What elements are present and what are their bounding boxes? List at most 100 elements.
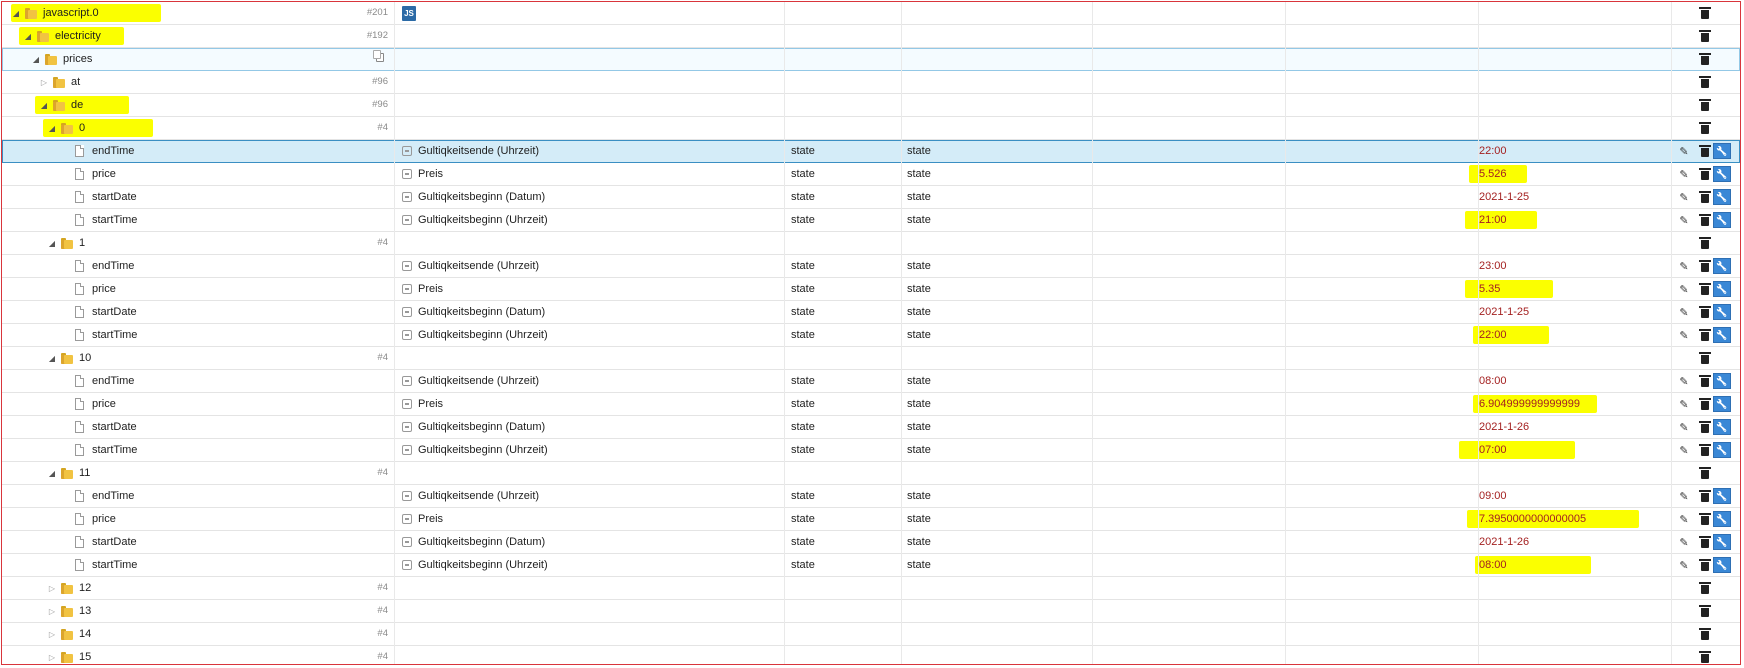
- value-cell[interactable]: 2021-1-26: [1479, 531, 1529, 553]
- delete-button[interactable]: [1698, 281, 1712, 297]
- delete-button[interactable]: [1698, 235, 1712, 251]
- edit-button[interactable]: ✎: [1677, 189, 1691, 205]
- edit-button[interactable]: ✎: [1677, 419, 1691, 435]
- tree-folder-row[interactable]: ◢ 1 #4: [2, 232, 1740, 255]
- edit-button[interactable]: ✎: [1677, 442, 1691, 458]
- settings-button[interactable]: 🔧: [1713, 557, 1731, 573]
- tree-folder-row[interactable]: ◢ 11 #4: [2, 462, 1740, 485]
- tree-state-row[interactable]: startTime Gultiqkeitsbeginn (Uhrzeit) stat…: [2, 209, 1740, 232]
- settings-button[interactable]: 🔧: [1713, 442, 1731, 458]
- value-cell[interactable]: 7.3950000000000005: [1467, 508, 1639, 530]
- edit-button[interactable]: ✎: [1677, 534, 1691, 550]
- value-cell[interactable]: 08:00: [1475, 554, 1591, 576]
- settings-button[interactable]: 🔧: [1713, 189, 1731, 205]
- edit-button[interactable]: ✎: [1677, 212, 1691, 228]
- delete-button[interactable]: [1698, 28, 1712, 44]
- value-cell[interactable]: 6.904999999999999: [1473, 393, 1597, 415]
- delete-button[interactable]: [1698, 74, 1712, 90]
- tree-state-row[interactable]: endTime Gultiqkeitsende (Uhrzeit) state sta…: [2, 485, 1740, 508]
- delete-button[interactable]: [1698, 603, 1712, 619]
- tree-state-row[interactable]: endTime Gultiqkeitsende (Uhrzeit) state sta…: [2, 140, 1740, 163]
- expand-toggle-icon[interactable]: ▷: [47, 646, 57, 664]
- tree-state-row[interactable]: startDate Gultiqkeitsbeginn (Datum) state s…: [2, 186, 1740, 209]
- value-cell[interactable]: 22:00: [1473, 324, 1549, 346]
- settings-button[interactable]: 🔧: [1713, 258, 1731, 274]
- settings-button[interactable]: 🔧: [1713, 327, 1731, 343]
- edit-button[interactable]: ✎: [1677, 143, 1691, 159]
- settings-button[interactable]: 🔧: [1713, 166, 1731, 182]
- delete-button[interactable]: [1698, 304, 1712, 320]
- tree-folder-row[interactable]: ◢ electricity #192: [2, 25, 1740, 48]
- delete-button[interactable]: [1698, 143, 1712, 159]
- expand-toggle-icon[interactable]: ▷: [47, 623, 57, 645]
- delete-button[interactable]: [1698, 120, 1712, 136]
- tree-folder-row[interactable]: ▷ 15 #4: [2, 646, 1740, 664]
- delete-button[interactable]: [1698, 350, 1712, 366]
- settings-button[interactable]: 🔧: [1713, 419, 1731, 435]
- tree-folder-row[interactable]: ▷ at #96: [2, 71, 1740, 94]
- delete-button[interactable]: [1698, 557, 1712, 573]
- tree-state-row[interactable]: price Preis state state 5.35 ✎ 🔧: [2, 278, 1740, 301]
- value-cell[interactable]: 2021-1-25: [1479, 301, 1529, 323]
- edit-button[interactable]: ✎: [1677, 258, 1691, 274]
- delete-button[interactable]: [1698, 5, 1712, 21]
- edit-button[interactable]: ✎: [1677, 166, 1691, 182]
- edit-button[interactable]: ✎: [1677, 304, 1691, 320]
- tree-folder-row[interactable]: ▷ 14 #4: [2, 623, 1740, 646]
- tree-folder-row[interactable]: ▷ 13 #4: [2, 600, 1740, 623]
- tree-state-row[interactable]: price Preis state state 5.526 ✎ 🔧: [2, 163, 1740, 186]
- delete-button[interactable]: [1698, 626, 1712, 642]
- delete-button[interactable]: [1698, 488, 1712, 504]
- delete-button[interactable]: [1698, 327, 1712, 343]
- delete-button[interactable]: [1698, 465, 1712, 481]
- tree-folder-row[interactable]: ◢ de #96: [2, 94, 1740, 117]
- tree-state-row[interactable]: startTime Gultiqkeitsbeginn (Uhrzeit) stat…: [2, 554, 1740, 577]
- tree-state-row[interactable]: price Preis state state 7.3950000000000005 ✎ 🔧: [2, 508, 1740, 531]
- delete-button[interactable]: [1698, 442, 1712, 458]
- tree-folder-row[interactable]: ◢ 0 #4: [2, 117, 1740, 140]
- tree-folder-row[interactable]: ◢ javascript.0 #201 JS: [2, 2, 1740, 25]
- tree-state-row[interactable]: startDate Gultiqkeitsbeginn (Datum) state s…: [2, 301, 1740, 324]
- delete-button[interactable]: [1698, 166, 1712, 182]
- expand-toggle-icon[interactable]: ▷: [47, 600, 57, 622]
- delete-button[interactable]: [1698, 649, 1712, 664]
- tree-state-row[interactable]: startTime Gultiqkeitsbeginn (Uhrzeit) stat…: [2, 324, 1740, 347]
- expand-toggle-icon[interactable]: ▷: [39, 71, 49, 93]
- edit-button[interactable]: ✎: [1677, 281, 1691, 297]
- delete-button[interactable]: [1698, 534, 1712, 550]
- delete-button[interactable]: [1698, 258, 1712, 274]
- edit-button[interactable]: ✎: [1677, 511, 1691, 527]
- tree-folder-row[interactable]: ◢ 10 #4: [2, 347, 1740, 370]
- collapse-toggle-icon[interactable]: ◢: [47, 232, 57, 254]
- delete-button[interactable]: [1698, 580, 1712, 596]
- settings-button[interactable]: 🔧: [1713, 143, 1731, 159]
- value-cell[interactable]: 08:00: [1479, 370, 1507, 392]
- edit-button[interactable]: ✎: [1677, 557, 1691, 573]
- value-cell[interactable]: 21:00: [1465, 209, 1537, 231]
- settings-button[interactable]: 🔧: [1713, 534, 1731, 550]
- value-cell[interactable]: 23:00: [1479, 255, 1507, 277]
- tree-state-row[interactable]: startDate Gultiqkeitsbeginn (Datum) state s…: [2, 416, 1740, 439]
- settings-button[interactable]: 🔧: [1713, 281, 1731, 297]
- delete-button[interactable]: [1698, 373, 1712, 389]
- tree-folder-row[interactable]: ▷ 12 #4: [2, 577, 1740, 600]
- collapse-toggle-icon[interactable]: ◢: [47, 347, 57, 369]
- value-cell[interactable]: 07:00: [1459, 439, 1575, 461]
- collapse-toggle-icon[interactable]: ◢: [23, 25, 33, 47]
- value-cell[interactable]: 5.35: [1465, 278, 1553, 300]
- copy-icon[interactable]: [373, 50, 384, 62]
- delete-button[interactable]: [1698, 396, 1712, 412]
- edit-button[interactable]: ✎: [1677, 396, 1691, 412]
- edit-button[interactable]: ✎: [1677, 373, 1691, 389]
- tree-state-row[interactable]: price Preis state state 6.904999999999999 ✎ 🔧: [2, 393, 1740, 416]
- settings-button[interactable]: 🔧: [1713, 373, 1731, 389]
- value-cell[interactable]: 5.526: [1469, 163, 1527, 185]
- settings-button[interactable]: 🔧: [1713, 511, 1731, 527]
- delete-button[interactable]: [1698, 51, 1712, 67]
- tree-state-row[interactable]: endTime Gultiqkeitsende (Uhrzeit) state sta…: [2, 255, 1740, 278]
- delete-button[interactable]: [1698, 511, 1712, 527]
- delete-button[interactable]: [1698, 189, 1712, 205]
- collapse-toggle-icon[interactable]: ◢: [31, 48, 41, 70]
- value-cell[interactable]: 2021-1-26: [1479, 416, 1529, 438]
- value-cell[interactable]: 2021-1-25: [1479, 186, 1529, 208]
